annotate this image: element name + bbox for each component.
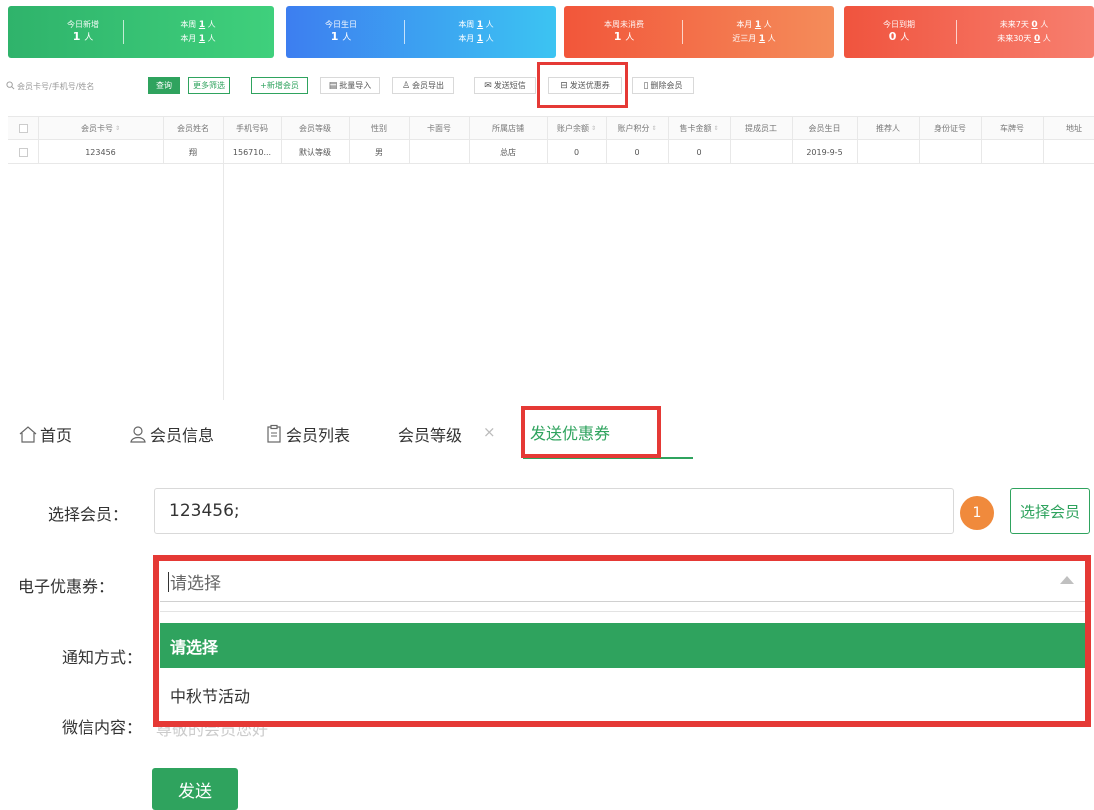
highlight-box-dropdown xyxy=(153,555,1091,727)
tab-member-list[interactable]: 会员列表 xyxy=(264,422,350,446)
select-all-checkbox[interactable] xyxy=(18,124,28,133)
stat-card-new[interactable]: 今日新增 1 人 本周 1 人 本月 1 人 xyxy=(8,6,274,58)
batch-import-button[interactable]: ▤ 批量导入 xyxy=(320,77,380,94)
stat-cards: 今日新增 1 人 本周 1 人 本月 1 人 今日生日 1 人 本周 1 人 本… xyxy=(8,6,1094,58)
highlight-box-tab xyxy=(521,406,661,458)
stat-card-inactive[interactable]: 本周未消费 1 人 本月 1 人 近三月 1 人 xyxy=(564,6,834,58)
more-filter-button[interactable]: 更多筛选 xyxy=(188,77,230,94)
select-member-label: 选择会员： xyxy=(48,505,129,524)
user-icon xyxy=(128,424,148,444)
wechat-label: 微信内容： xyxy=(62,718,143,737)
tab-home[interactable]: 首页 xyxy=(18,422,72,446)
message-icon: ✉ xyxy=(484,80,492,91)
row-checkbox[interactable] xyxy=(18,148,28,157)
sort-icon[interactable]: ⇕ xyxy=(651,125,656,132)
stat-caption: 今日新增 xyxy=(67,20,99,29)
sort-icon[interactable]: ⇕ xyxy=(713,125,718,132)
send-sms-button[interactable]: ✉ 发送短信 xyxy=(474,77,536,94)
select-member-button[interactable]: 选择会员 xyxy=(1010,488,1090,534)
highlight-box-send-coupon xyxy=(537,62,628,108)
clipboard-icon xyxy=(264,424,284,444)
user-icon: ♙ xyxy=(401,80,411,91)
sort-icon[interactable]: ⇕ xyxy=(591,125,596,132)
import-icon: ▤ xyxy=(328,80,338,91)
sort-icon[interactable]: ⇕ xyxy=(115,125,120,132)
member-count-badge: 1 xyxy=(960,496,994,530)
add-member-button[interactable]: +新增会员 xyxy=(251,77,308,94)
stat-card-expiring[interactable]: 今日到期 0 人 未来7天 0 人 未来30天 0 人 xyxy=(844,6,1094,58)
member-card-link[interactable]: 123456 xyxy=(38,141,163,164)
member-input[interactable]: 123456; xyxy=(154,488,954,534)
member-table: 会员卡号 ⇕ 会员姓名 手机号码 会员等级 性别 卡面号 所属店铺 账户余额 ⇕ 账… xyxy=(8,116,1094,400)
stat-value: 1 xyxy=(72,30,81,43)
coupon-label: 电子优惠券： xyxy=(18,577,115,596)
export-button[interactable]: ♙ 会员导出 xyxy=(392,77,454,94)
tab-member-level[interactable]: 会员等级 xyxy=(398,422,462,446)
notify-label: 通知方式： xyxy=(62,648,143,667)
query-button[interactable]: 查询 xyxy=(148,77,180,94)
table-header: 会员卡号 ⇕ 会员姓名 手机号码 会员等级 性别 卡面号 所属店铺 账户余额 ⇕ 账… xyxy=(8,117,1094,140)
home-icon xyxy=(18,424,38,444)
table-row[interactable]: 123456 翔 156710... 默认等级 男 总店 0 0 0 2019-… xyxy=(8,141,1094,164)
close-icon[interactable]: × xyxy=(483,423,496,441)
delete-member-button[interactable]: ▯ 删除会员 xyxy=(632,77,694,94)
send-button[interactable]: 发送 xyxy=(152,768,238,810)
tab-member-info[interactable]: 会员信息 xyxy=(128,422,214,446)
stat-card-birthday[interactable]: 今日生日 1 人 本周 1 人 本月 1 人 xyxy=(286,6,556,58)
search-icon xyxy=(6,80,17,92)
trash-icon: ▯ xyxy=(643,80,649,91)
search-input[interactable]: 会员卡号/手机号/姓名 xyxy=(6,77,141,95)
